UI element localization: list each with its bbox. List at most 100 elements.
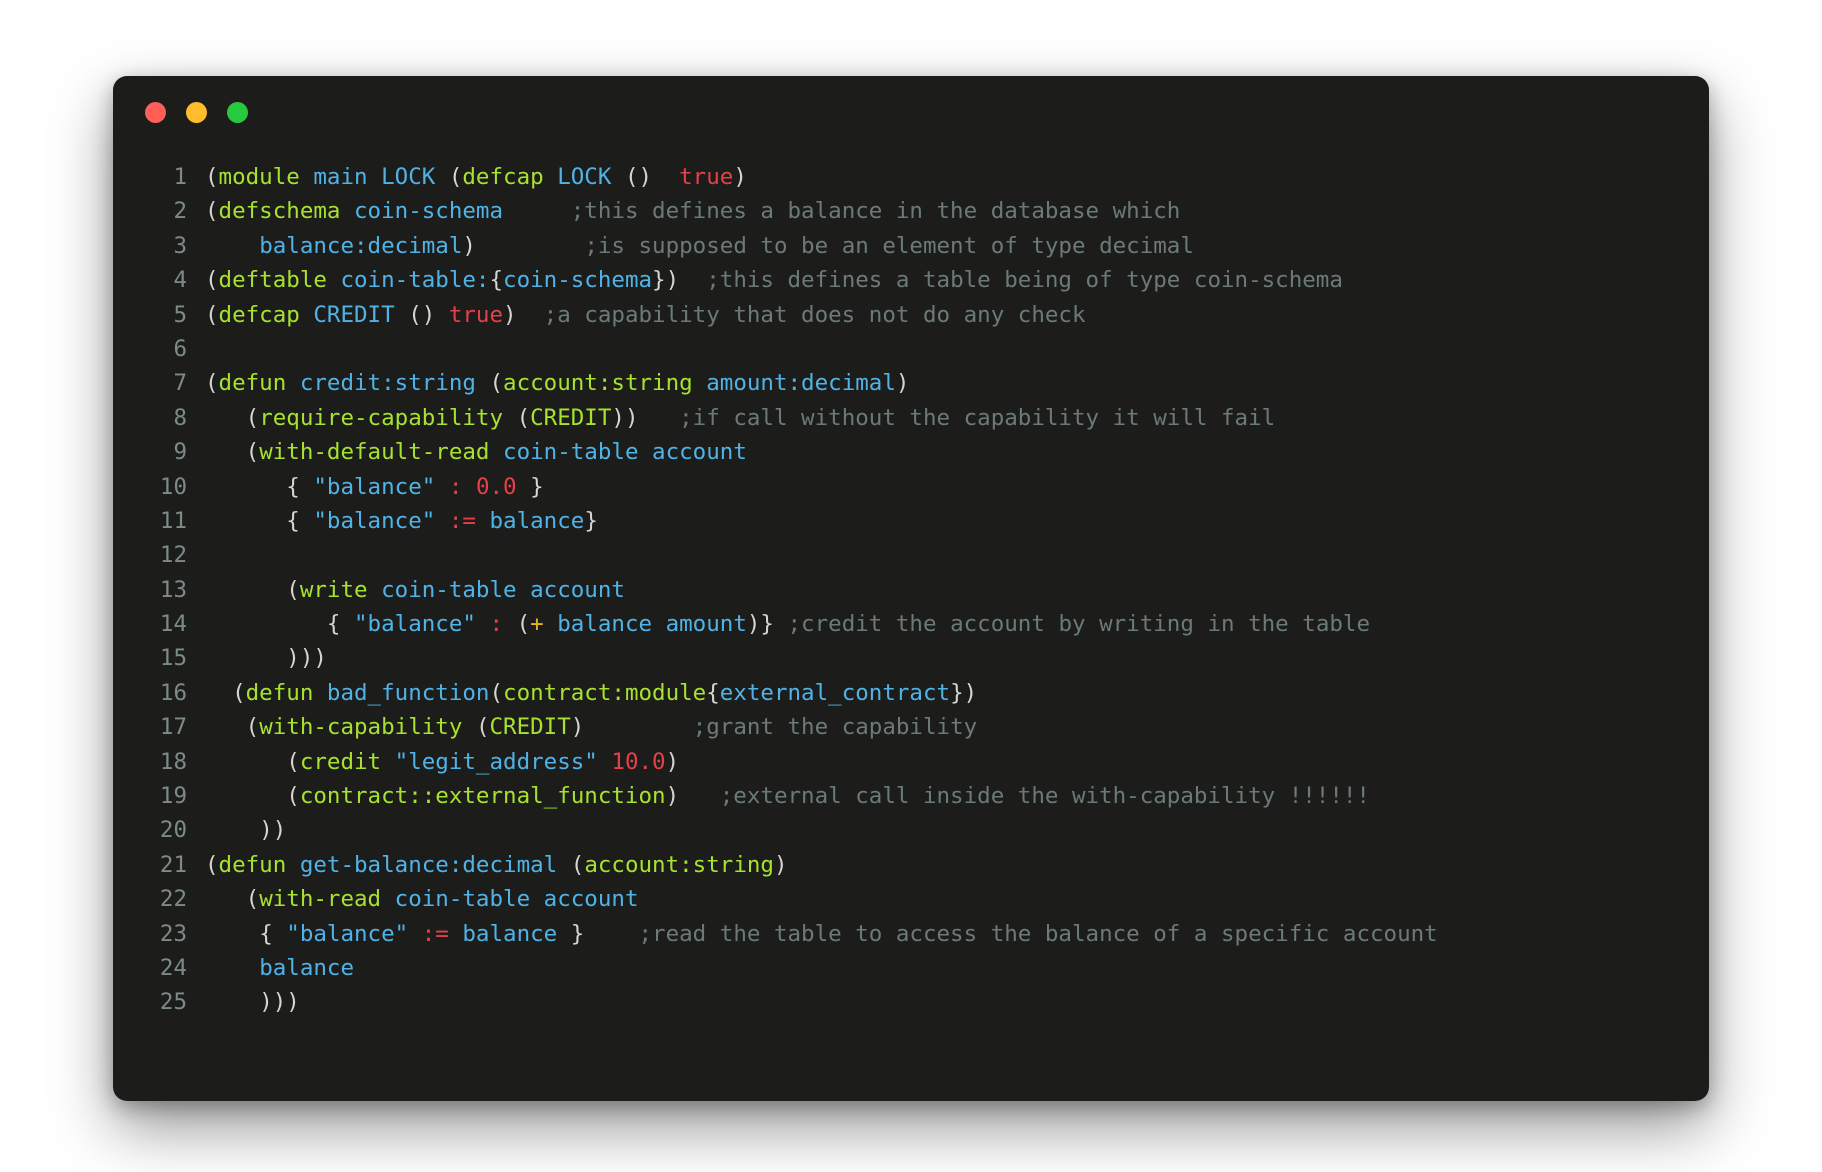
code-line-text: (with-read coin-table account — [205, 886, 639, 912]
code-token-cmt: ;credit the account by writing in the ta… — [787, 611, 1370, 638]
code-token-id: LOCK — [557, 164, 612, 190]
line-number: 5 — [173, 301, 187, 328]
code-token-id: coin-schema — [354, 198, 504, 225]
code-line-text: (with-capability (CREDIT) ;grant the cap… — [205, 714, 978, 741]
line-number: 4 — [173, 267, 187, 294]
code-token-kw: defun — [218, 370, 287, 397]
code-token-punc: ( — [245, 439, 260, 466]
code-token-punc: ( — [489, 370, 504, 397]
code-line-text: (contract::external_function) ;external … — [205, 783, 1370, 809]
code-token-id: main LOCK — [313, 164, 436, 190]
code-token-punc: ) — [773, 851, 788, 878]
code-token-op: : — [489, 611, 504, 638]
code-line: 1 (module main LOCK (defcap LOCK () true) — [113, 160, 1709, 194]
code-token-punc: ) — [570, 714, 585, 741]
line-number: 17 — [159, 714, 187, 741]
code-token-punc: ( — [205, 301, 219, 328]
code-line-text: ))) — [205, 645, 327, 671]
code-editor[interactable]: 1 (module main LOCK (defcap LOCK () true)… — [113, 148, 1709, 1020]
minimize-button[interactable] — [186, 101, 207, 123]
code-token-punc: ( — [286, 576, 300, 603]
code-line: 24 balance — [113, 951, 1709, 985]
code-token-punc: ( — [489, 679, 504, 706]
code-token-punc: } — [530, 473, 544, 500]
code-line: 15 ))) — [113, 641, 1709, 675]
close-button[interactable] — [145, 101, 166, 123]
code-line-text: ))) — [205, 989, 300, 1015]
line-number: 15 — [159, 645, 187, 672]
code-line: 3 balance:decimal) ;is supposed to be an… — [113, 229, 1709, 263]
code-token-punc: { — [489, 267, 504, 294]
code-token-id: balance — [462, 920, 558, 947]
code-token-lit: true — [679, 164, 734, 190]
code-token-cmt: ;is supposed to be an element of type de… — [584, 232, 1194, 259]
code-token-kw: defschema — [218, 198, 341, 225]
maximize-button[interactable] — [227, 101, 248, 123]
code-token-punc: )} — [746, 611, 774, 638]
code-token-id: bad_function — [326, 679, 490, 706]
code-token-punc: ( — [286, 748, 300, 775]
code-token-punc: ) — [895, 370, 910, 397]
code-line: 18 (credit "legit_address" 10.0) — [113, 745, 1709, 779]
code-token-punc: ) — [665, 783, 680, 810]
code-token-punc: ( — [232, 679, 246, 706]
code-token-id: balance — [259, 954, 355, 981]
code-token-punc: ))) — [286, 645, 327, 672]
line-number: 16 — [159, 679, 187, 706]
code-token-punc: ( — [245, 886, 260, 913]
code-line: 20 )) — [113, 813, 1709, 847]
code-line: 11 { "balance" := balance} — [113, 504, 1709, 538]
code-line: 17 (with-capability (CREDIT) ;grant the … — [113, 710, 1709, 744]
code-token-id: coin-table: — [340, 267, 490, 294]
code-token-punc: () — [408, 301, 436, 328]
code-token-kw: CREDIT — [489, 714, 571, 741]
code-token-punc: }) — [652, 267, 680, 294]
code-line: 13 (write coin-table account — [113, 573, 1709, 607]
code-line-text: (module main LOCK (defcap LOCK () true) — [205, 164, 747, 190]
code-token-punc: ( — [205, 267, 219, 294]
code-token-kw: deftable — [218, 267, 327, 294]
line-number: 9 — [173, 439, 187, 466]
line-number: 20 — [159, 817, 187, 844]
line-number: 25 — [159, 989, 187, 1016]
code-line-text: (deftable coin-table:{coin-schema}) ;thi… — [205, 267, 1343, 293]
code-token-kw: contract:module — [503, 679, 707, 706]
line-number: 24 — [159, 954, 187, 981]
code-token-punc: ( — [448, 164, 463, 190]
code-line: 21 (defun get-balance:decimal (account:st… — [113, 848, 1709, 882]
code-token-str: "balance" — [313, 473, 436, 500]
code-token-cmt: ;this defines a table being of type coin… — [706, 267, 1343, 294]
code-token-punc: )) — [611, 404, 639, 431]
code-token-punc: ) — [503, 301, 517, 328]
code-token-punc: { — [706, 679, 720, 706]
code-token-punc: { — [259, 920, 273, 947]
code-token-kw: account:string — [503, 370, 693, 397]
line-number: 14 — [159, 611, 187, 638]
code-token-cmt: ;external call inside the with-capabilit… — [719, 783, 1370, 810]
code-token-punc: ( — [205, 851, 219, 878]
code-token-str: "legit_address" — [394, 748, 598, 775]
code-token-kw: account:string — [584, 851, 774, 878]
code-token-id: get-balance:decimal — [299, 851, 558, 878]
code-line-text: (defschema coin-schema ;this defines a b… — [205, 198, 1180, 224]
code-token-kw: contract::external_function — [299, 783, 666, 810]
code-token-kw: with-capability — [259, 714, 463, 741]
code-line-text: (require-capability (CREDIT)) ;if call w… — [205, 404, 1276, 431]
code-token-kw: defun — [245, 679, 314, 706]
line-number: 21 — [159, 851, 187, 878]
